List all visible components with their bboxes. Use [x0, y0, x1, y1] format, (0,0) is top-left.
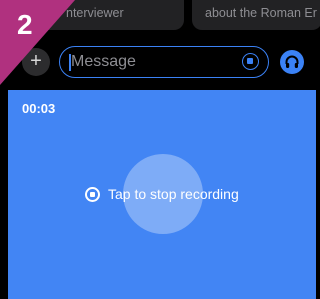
- headphones-icon: [285, 55, 299, 68]
- stop-recording-label: Tap to stop recording: [108, 186, 239, 202]
- message-input[interactable]: Message: [59, 46, 269, 78]
- suggestion-chip-label: about the Roman Er: [205, 6, 317, 20]
- stop-circle-icon[interactable]: [242, 53, 259, 70]
- step-badge-number: 2: [17, 9, 33, 40]
- suggestion-chip[interactable]: about the Roman Er: [192, 0, 320, 30]
- recording-panel[interactable]: 00:03 Tap to stop recording: [8, 90, 316, 299]
- recording-timer: 00:03: [22, 101, 56, 116]
- stop-recording-button[interactable]: Tap to stop recording: [85, 185, 239, 203]
- message-placeholder: Message: [71, 53, 136, 70]
- stop-circle-icon: [85, 186, 100, 202]
- top-bar: nterviewer about the Roman Er + Message …: [0, 0, 320, 90]
- step-badge-triangle: [0, 0, 75, 85]
- step-badge: 2: [0, 0, 75, 85]
- voice-mode-button[interactable]: [280, 50, 304, 74]
